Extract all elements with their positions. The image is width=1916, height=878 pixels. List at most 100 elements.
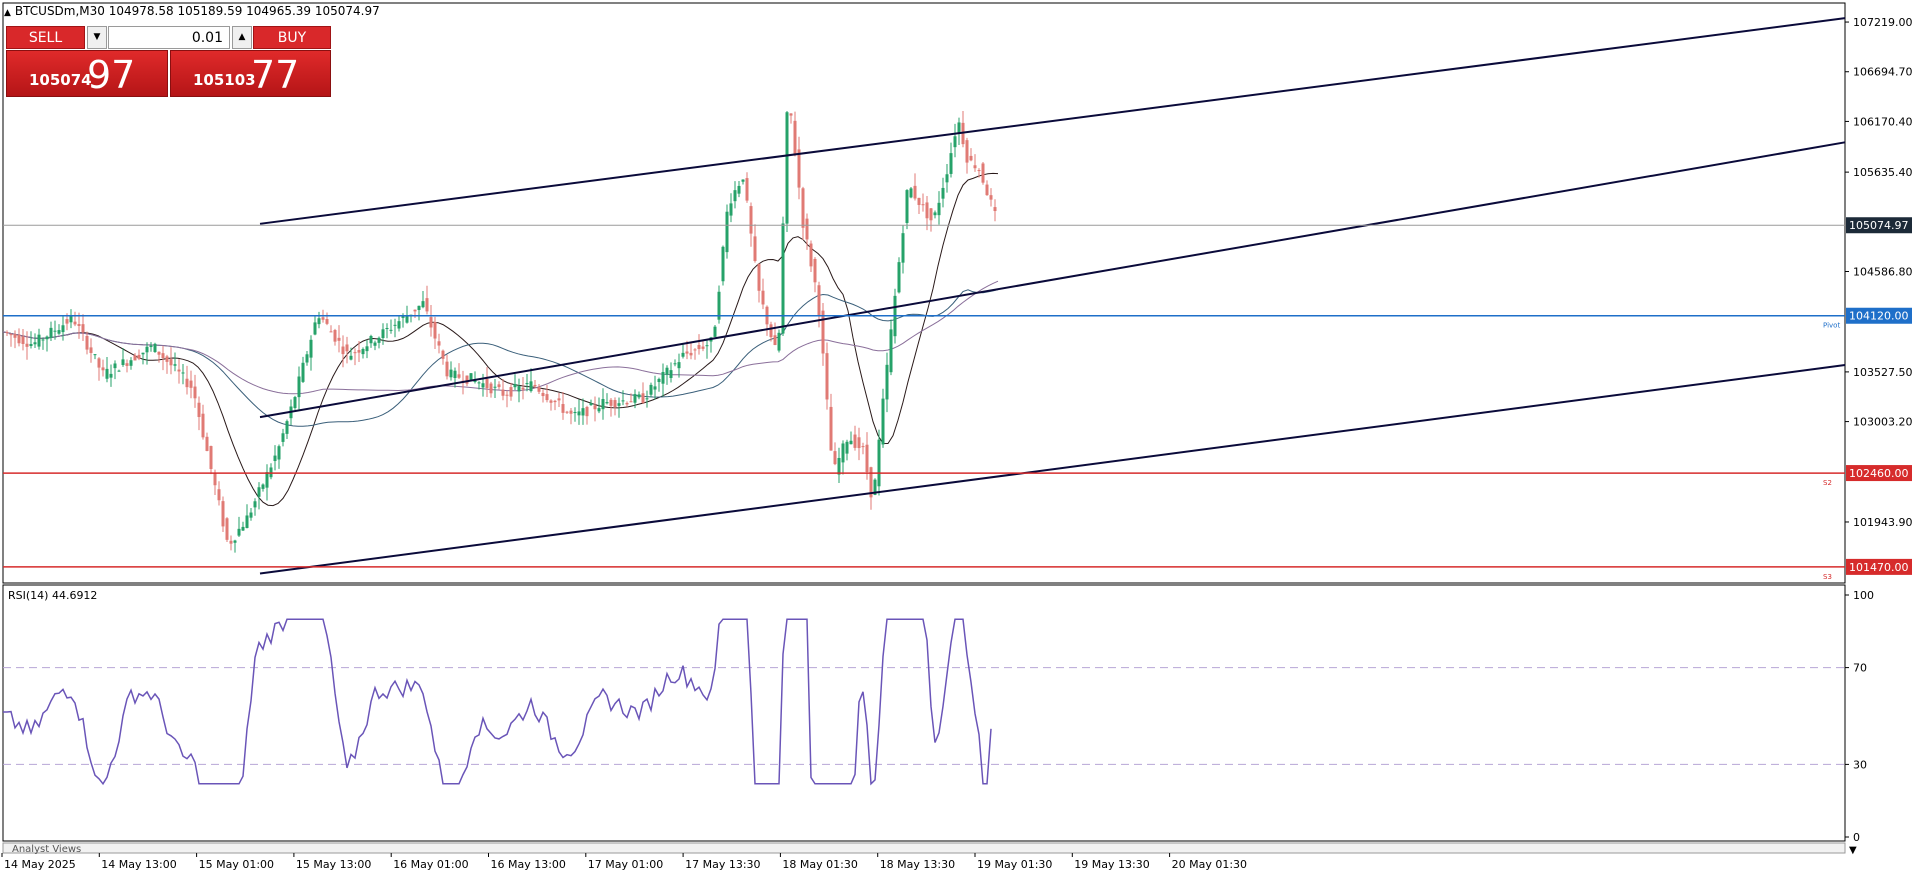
candle-body bbox=[905, 190, 909, 223]
buy-button[interactable]: BUY bbox=[253, 26, 331, 49]
candle-body bbox=[325, 319, 329, 324]
candle-body bbox=[253, 501, 257, 508]
candle-body bbox=[509, 387, 513, 397]
candle-body bbox=[729, 203, 733, 216]
candle-body bbox=[841, 443, 845, 463]
candle-body bbox=[405, 315, 409, 323]
candle-body bbox=[569, 410, 573, 414]
candle-body bbox=[517, 386, 521, 392]
candle-body bbox=[237, 528, 241, 536]
candle-body bbox=[49, 327, 53, 338]
candle-body bbox=[757, 264, 761, 291]
candle-body bbox=[85, 335, 89, 350]
candle-body bbox=[201, 413, 205, 438]
candle-body bbox=[629, 401, 633, 403]
candle-body bbox=[29, 343, 33, 347]
candle-body bbox=[641, 393, 645, 403]
candle-body bbox=[837, 457, 841, 475]
candle-body bbox=[425, 298, 429, 312]
candle-body bbox=[713, 326, 717, 337]
candle-body bbox=[897, 262, 901, 293]
candle-body bbox=[481, 383, 485, 388]
candle-body bbox=[749, 206, 753, 234]
time-label: 19 May 01:30 bbox=[977, 858, 1052, 871]
candle-body bbox=[673, 363, 677, 365]
sell-price-pips: 97 bbox=[87, 53, 136, 97]
candle-body bbox=[381, 329, 385, 338]
buy-price-prefix: 105103 bbox=[193, 71, 256, 89]
symbol-info: BTCUSDm,M30 104978.58 105189.59 104965.3… bbox=[14, 4, 380, 18]
collapse-triangle-icon[interactable]: ▲ bbox=[4, 8, 11, 18]
chart-window[interactable]: 107219.00 106694.70 106170.40 105635.40 1045… bbox=[0, 0, 1916, 874]
sell-price-button[interactable]: 105074 97 bbox=[6, 50, 168, 97]
level-value-s2: 102460.00 bbox=[1849, 467, 1909, 480]
time-label: 19 May 13:30 bbox=[1074, 858, 1149, 871]
candle-body bbox=[261, 484, 265, 489]
candle-body bbox=[365, 346, 369, 352]
candle-body bbox=[297, 376, 301, 398]
lot-decrease-icon[interactable]: ▼ bbox=[87, 26, 107, 49]
candle-body bbox=[617, 403, 621, 406]
candle-body bbox=[645, 398, 649, 400]
candle-body bbox=[945, 174, 949, 183]
candle-body bbox=[369, 335, 373, 344]
candle-body bbox=[577, 411, 581, 416]
candle-body bbox=[241, 526, 245, 531]
candle-body bbox=[501, 389, 505, 396]
candle-body bbox=[393, 324, 397, 326]
candle-body bbox=[161, 353, 165, 359]
candle-body bbox=[129, 360, 133, 366]
candle-body bbox=[193, 386, 197, 399]
time-label: 17 May 13:30 bbox=[685, 858, 760, 871]
candle-body bbox=[125, 363, 129, 366]
candle-body bbox=[541, 392, 545, 397]
sell-price-prefix: 105074 bbox=[29, 71, 92, 89]
candle-body bbox=[557, 398, 561, 401]
candle-body bbox=[181, 372, 185, 374]
time-label: 14 May 13:00 bbox=[101, 858, 176, 871]
candle-body bbox=[305, 354, 309, 363]
buy-price-button[interactable]: 105103 77 bbox=[170, 50, 331, 97]
candle-body bbox=[533, 384, 537, 387]
current-price-label: 105074.97 bbox=[1849, 219, 1909, 232]
candle-body bbox=[121, 359, 125, 365]
candle-body bbox=[637, 394, 641, 398]
lot-size-input[interactable] bbox=[108, 26, 230, 49]
candle-body bbox=[725, 211, 729, 253]
candle-body bbox=[25, 343, 29, 347]
sell-button[interactable]: SELL bbox=[6, 26, 85, 49]
candle-body bbox=[277, 446, 281, 460]
chart-canvas[interactable]: 107219.00 106694.70 106170.40 105635.40 1045… bbox=[0, 0, 1916, 874]
candle-body bbox=[145, 346, 149, 353]
price-tick-label: 103527.50 bbox=[1853, 366, 1913, 379]
candle-body bbox=[989, 195, 993, 200]
candle-body bbox=[77, 324, 81, 326]
time-label: 15 May 13:00 bbox=[296, 858, 371, 871]
candle-body bbox=[813, 258, 817, 283]
candle-body bbox=[525, 383, 529, 385]
candle-body bbox=[465, 375, 469, 384]
candle-body bbox=[469, 373, 473, 381]
candle-body bbox=[37, 334, 41, 347]
candle-body bbox=[157, 351, 161, 355]
candle-body bbox=[477, 382, 481, 384]
level-value-pivot: 104120.00 bbox=[1849, 310, 1909, 323]
candle-body bbox=[769, 324, 773, 338]
candle-body bbox=[805, 218, 809, 240]
candle-body bbox=[669, 370, 673, 379]
candle-body bbox=[529, 381, 533, 392]
candle-body bbox=[485, 378, 489, 389]
candle-body bbox=[885, 364, 889, 400]
candle-body bbox=[773, 335, 777, 346]
candle-body bbox=[605, 402, 609, 404]
candle-body bbox=[33, 342, 37, 345]
price-tick-label: 107219.00 bbox=[1853, 16, 1913, 29]
candle-body bbox=[857, 437, 861, 449]
candle-body bbox=[785, 112, 789, 224]
candle-body bbox=[341, 346, 345, 355]
candle-body bbox=[585, 406, 589, 417]
candle-body bbox=[993, 207, 997, 212]
candle-body bbox=[621, 400, 625, 402]
lot-increase-icon[interactable]: ▲ bbox=[232, 26, 252, 49]
candle-body bbox=[357, 350, 361, 353]
